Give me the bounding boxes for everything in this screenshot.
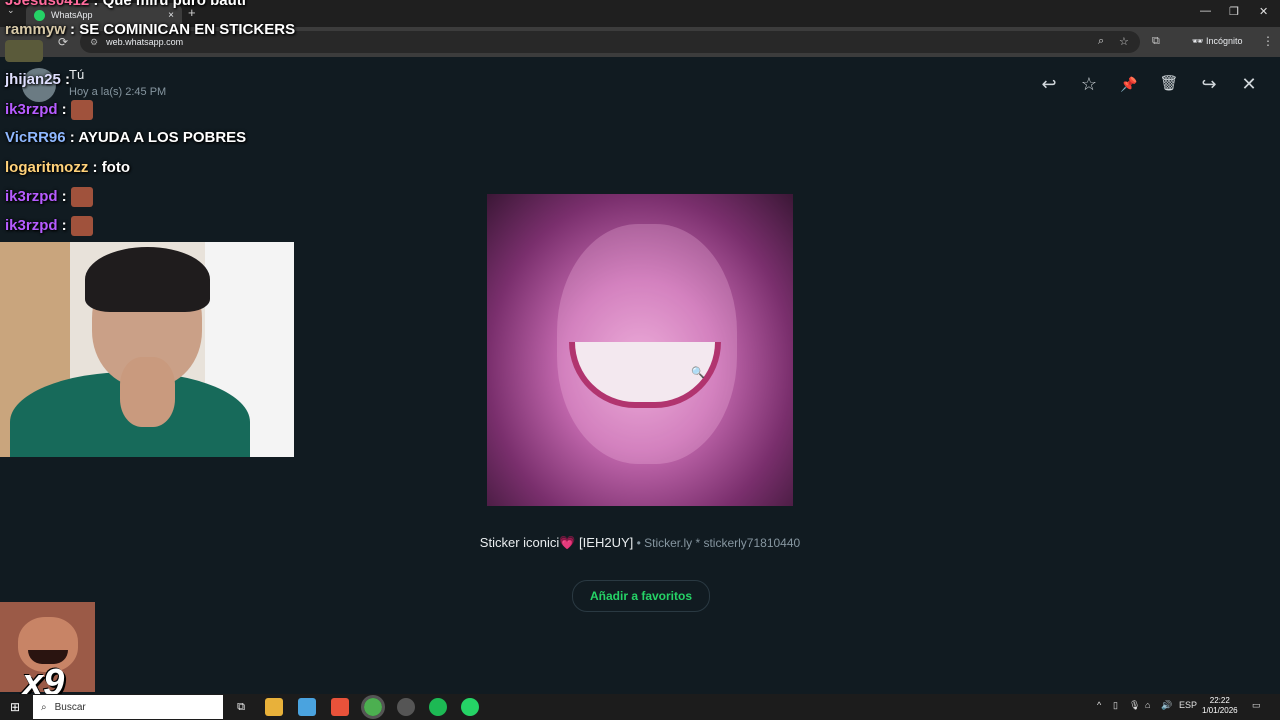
incognito-icon: 🕶 [1192,36,1206,46]
chat-line: rammyw : SE COMINICAN EN STICKERS [5,21,295,38]
chat-separator: : [60,71,71,88]
forward-icon[interactable]: ↪ [1196,72,1222,96]
chat-message: AYUDA A LOS POBRES [78,129,247,146]
chat-line: VicRR96 : AYUDA A LOS POBRES [5,129,246,146]
whatsapp-icon[interactable] [461,698,479,716]
chat-separator: : [57,187,71,205]
streamer-hair [85,247,210,312]
chat-username: ik3rzpd [5,187,58,205]
reply-icon[interactable]: ↩ [1036,72,1062,96]
chat-username: VicRR96 [5,129,66,146]
windows-start-icon[interactable]: ⊞ [10,700,20,714]
app-icon[interactable] [331,698,349,716]
chat-line: ik3rzpd : [5,187,93,207]
chat-username: logaritmozz [5,159,89,176]
spotify-icon[interactable] [429,698,447,716]
webcam-overlay [0,242,294,457]
clock-time: 22:22 [1209,696,1230,705]
extensions-icon[interactable]: ⧉ [1152,35,1160,48]
whatsapp-favicon-icon [34,9,45,21]
window-close-button[interactable]: ✕ [1259,5,1268,18]
chat-username: jhijan25 [5,71,61,88]
sticker-source: • Sticker.ly * stickerly71810440 [633,536,801,550]
zoom-icon[interactable]: ⌕ [1098,35,1104,48]
chat-line: logaritmozz : foto [5,159,130,176]
url-text: web.whatsapp.com [106,37,184,47]
sticker-image[interactable] [487,194,793,506]
delete-icon[interactable]: 🗑 [1156,72,1182,96]
star-icon[interactable]: ☆ [1076,72,1102,96]
menu-icon[interactable]: ⋮ [1262,34,1274,48]
chat-separator: : [65,129,79,146]
chat-message: SE COMINICAN EN STICKERS [79,21,296,38]
notepad-icon[interactable] [298,698,316,716]
search-placeholder: Buscar [54,701,86,713]
chat-message: foto [101,159,131,176]
zoom-cursor-icon: 🔍 [691,367,705,379]
network-icon[interactable]: ⌂ [1145,700,1150,710]
chat-username: JJesus0412 [5,0,90,9]
add-to-favorites-button[interactable]: Añadir a favoritos [572,580,710,612]
search-icon: ⌕ [41,701,47,713]
file-explorer-icon[interactable] [265,698,283,716]
chat-separator: : [57,216,71,234]
streamer-hand [120,357,175,427]
chat-line: ik3rzpd : [5,216,93,236]
chat-emote [70,216,93,236]
volume-icon[interactable]: 🔊 [1161,700,1172,711]
bookmark-star-icon[interactable]: ☆ [1119,35,1129,48]
chat-separator: : [57,100,71,118]
chrome-incognito-icon[interactable] [397,698,415,716]
close-icon[interactable]: ✕ [1236,72,1262,96]
chat-username: ik3rzpd [5,216,58,234]
minimize-button[interactable]: — [1200,5,1211,17]
chat-separator: : [65,21,80,38]
message-timestamp: Hoy a la(s) 2:45 PM [69,86,167,98]
chat-line: jhijan25 : [5,71,70,88]
tray-chevron-icon[interactable]: ^ [1097,700,1101,710]
chat-separator: : [89,0,103,9]
language-indicator[interactable]: ESP [1179,700,1197,710]
chat-username: ik3rzpd [5,100,58,118]
windows-taskbar: ⊞ ⌕ Buscar ⧉ ^ ▯ 🎙 ⌂ 🔊 ESP 22:22 1/01/20… [0,694,1280,720]
incognito-indicator[interactable]: 🕶 Incógnito [1192,36,1242,47]
taskbar-clock[interactable]: 22:22 1/01/2026 [1202,696,1238,716]
chat-username: rammyw [5,21,66,38]
site-info-icon[interactable]: ⚙ [90,37,98,48]
taskbar-search-input[interactable]: ⌕ Buscar [33,695,223,719]
chat-message: Que miru puro bauti [102,0,246,9]
sender-name: Tú [69,67,85,82]
chat-emote [70,187,93,207]
chat-emote [5,40,43,62]
chrome-icon[interactable] [361,695,385,719]
chat-separator: : [88,159,102,176]
pin-icon[interactable]: 📌 [1116,72,1142,96]
restore-button[interactable]: ❐ [1229,5,1239,18]
notifications-icon[interactable]: ▭ [1252,700,1261,711]
microphone-icon[interactable]: 🎙 [1129,700,1140,711]
tab-title: WhatsApp [51,10,93,20]
chat-line: JJesus0412 : Que miru puro bauti [5,0,246,9]
incognito-label: Incógnito [1205,36,1243,46]
chat-line: ik3rzpd : [5,100,93,120]
tray-app-icon[interactable]: ▯ [1113,700,1118,711]
sticker-title: Sticker iconici💗 [IEH2UY] [479,535,634,550]
clock-date: 1/01/2026 [1202,706,1238,715]
task-view-icon[interactable]: ⧉ [232,698,250,716]
chat-emote [70,100,93,120]
sticker-caption: Sticker iconici💗 [IEH2UY] • Sticker.ly *… [0,535,1280,551]
tab-close-icon[interactable]: × [168,10,174,21]
